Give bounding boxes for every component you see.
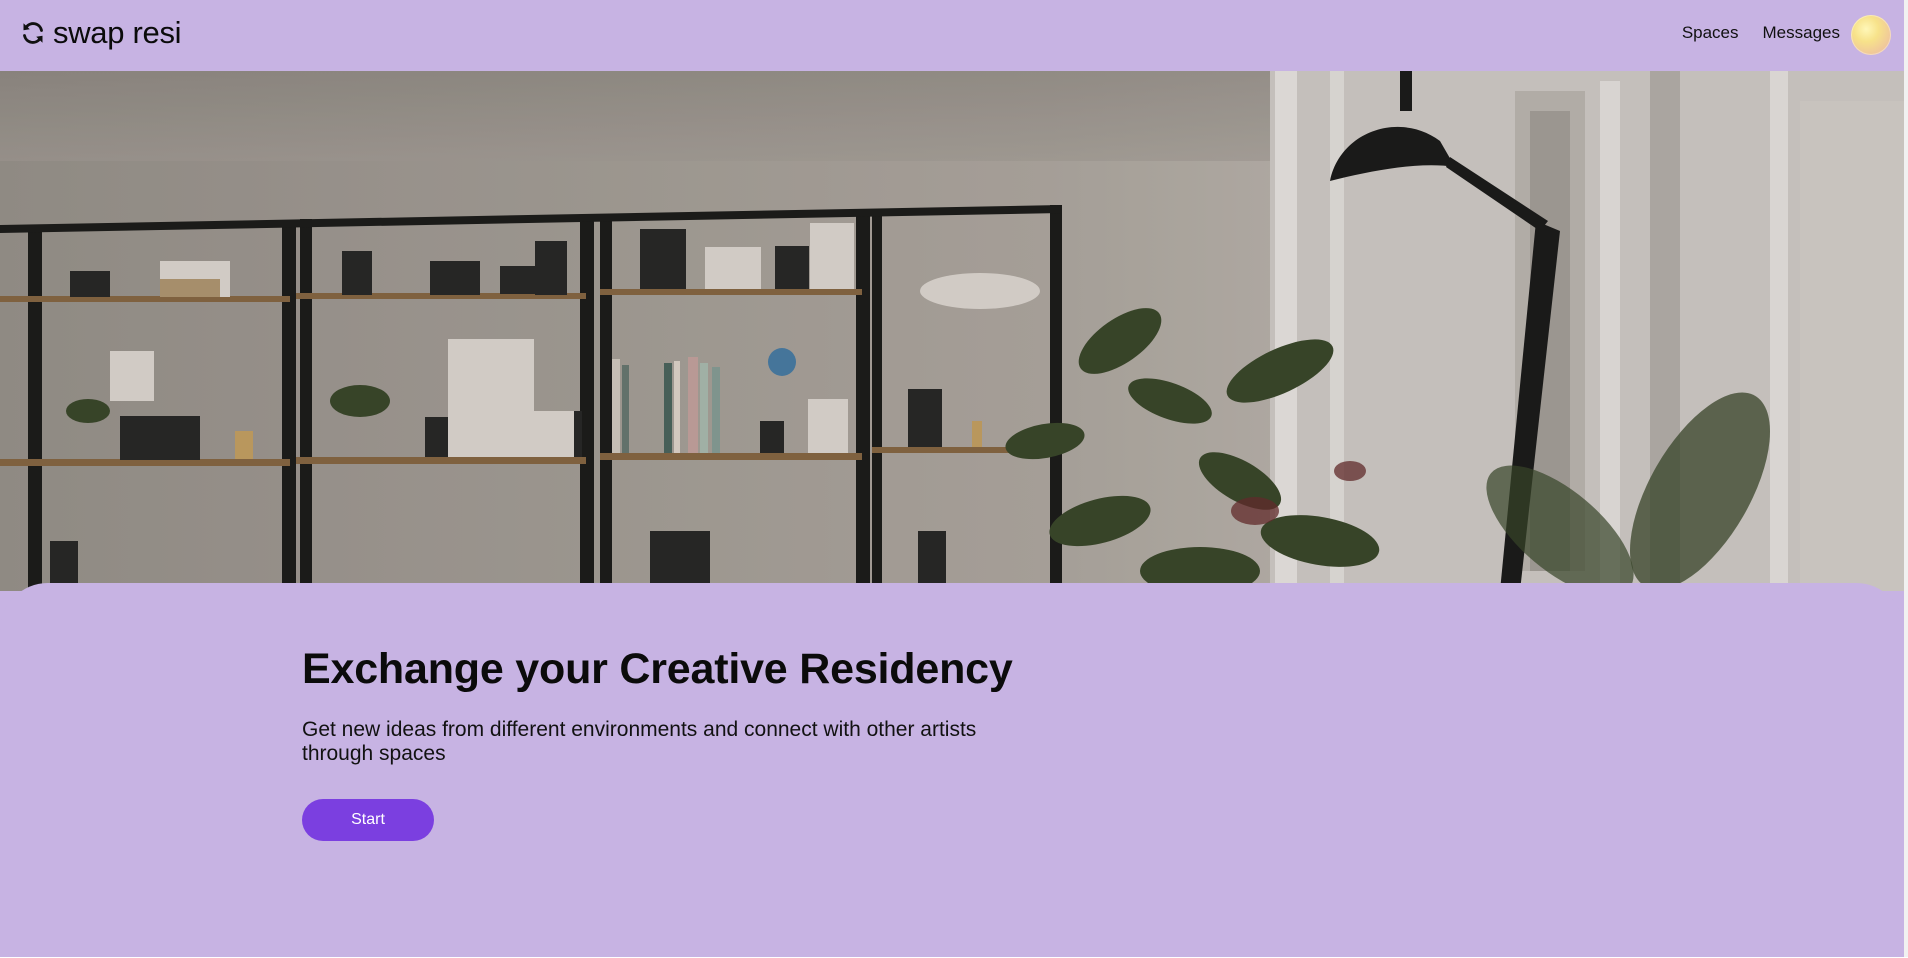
app-root: swap resi Spaces Messages Exchange your … bbox=[0, 0, 1904, 958]
nav-link-spaces[interactable]: Spaces bbox=[1682, 23, 1739, 43]
refresh-icon bbox=[21, 21, 45, 45]
page-title: Exchange your Creative Residency bbox=[302, 645, 1013, 693]
top-navbar: swap resi Spaces Messages bbox=[0, 0, 1904, 71]
scrollbar[interactable] bbox=[1904, 0, 1908, 958]
hero-image bbox=[0, 71, 1904, 591]
page-subtitle: Get new ideas from different environment… bbox=[302, 718, 977, 765]
user-avatar[interactable] bbox=[1851, 15, 1891, 55]
hero-overlay bbox=[0, 71, 1904, 591]
nav-link-messages[interactable]: Messages bbox=[1763, 23, 1840, 43]
start-button[interactable]: Start bbox=[302, 799, 434, 841]
hero-content-card: Exchange your Creative Residency Get new… bbox=[0, 583, 1904, 958]
main-nav: Spaces Messages bbox=[1682, 23, 1840, 43]
page: swap resi Spaces Messages Exchange your … bbox=[0, 0, 1908, 958]
logo[interactable]: swap resi bbox=[21, 13, 182, 53]
logo-text: swap resi bbox=[53, 15, 182, 50]
